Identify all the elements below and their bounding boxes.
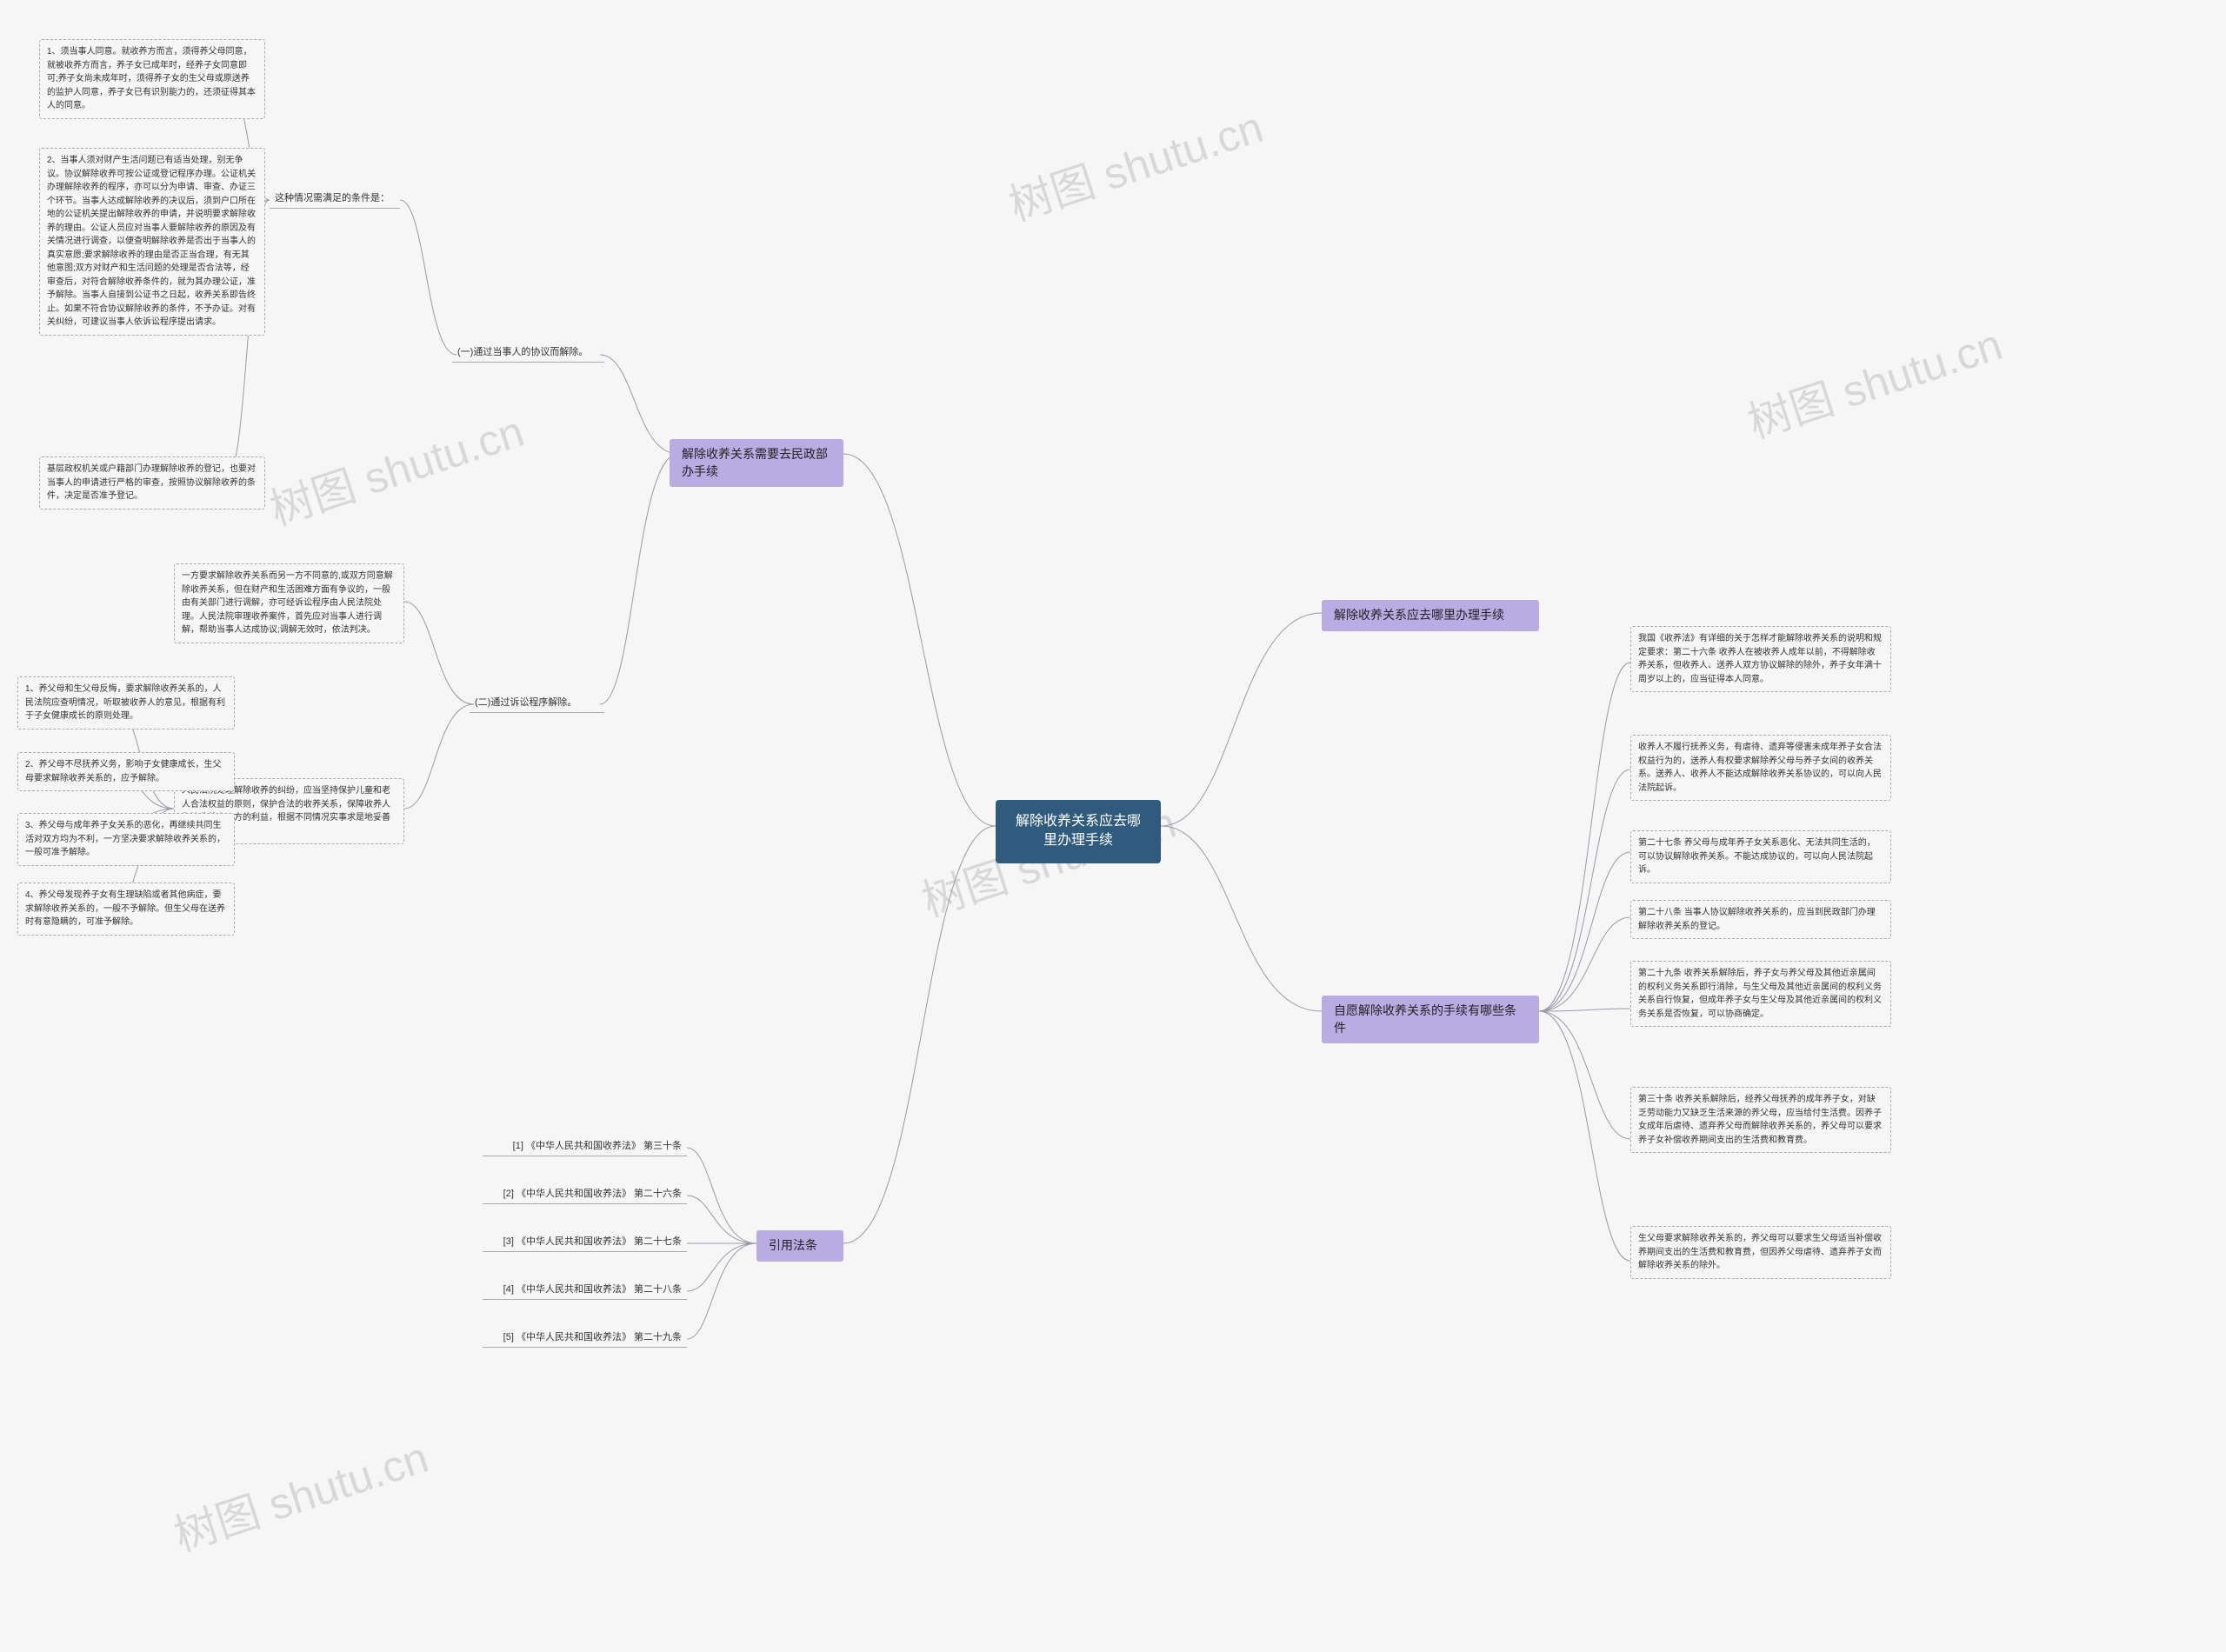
right-detail-1: 我国《收养法》有详细的关于怎样才能解除收养关系的说明和规定要求：第二十六条 收养… bbox=[1630, 626, 1891, 692]
law-ref-3: [3] 《中华人民共和国收养法》 第二十七条 bbox=[483, 1233, 687, 1252]
watermark: 树图 shutu.cn bbox=[1000, 92, 1270, 233]
right-detail-2: 收养人不履行抚养义务，有虐待、遗弃等侵害未成年养子女合法权益行为的，送养人有权要… bbox=[1630, 735, 1891, 801]
law-ref-4: [4] 《中华人民共和国收养法》 第二十八条 bbox=[483, 1281, 687, 1300]
right-detail-7: 生父母要求解除收养关系的，养父母可以要求生父母适当补偿收养期间支出的生活费和教育… bbox=[1630, 1226, 1891, 1279]
condition-3: 基层政权机关或户籍部门办理解除收养的登记，也要对当事人的申请进行严格的审查，按照… bbox=[39, 456, 265, 510]
branch-left-procedures[interactable]: 解除收养关系需要去民政部办手续 bbox=[670, 439, 843, 487]
litigation-1: 一方要求解除收养关系而另一方不同意的,或双方同意解除收养关系，但在财产和生活困难… bbox=[174, 563, 404, 643]
sub-agreement[interactable]: (一)通过当事人的协议而解除。 bbox=[452, 343, 604, 363]
condition-2: 2、当事人须对财产生活问题已有适当处理，别无争议。协议解除收养可按公证或登记程序… bbox=[39, 148, 265, 336]
sub-litigation[interactable]: (二)通过诉讼程序解除。 bbox=[470, 694, 604, 713]
litigation-point-3: 3、养父母与成年养子女关系的恶化，再继续共同生活对双方均为不利，一方坚决要求解除… bbox=[17, 813, 235, 866]
law-ref-5: [5] 《中华人民共和国收养法》 第二十九条 bbox=[483, 1329, 687, 1348]
law-ref-1: [1] 《中华人民共和国收养法》 第三十条 bbox=[483, 1137, 687, 1156]
condition-1: 1、须当事人同意。就收养方而言，须得养父母同意，就被收养方而言，养子女已成年时，… bbox=[39, 39, 265, 119]
branch-left-lawrefs[interactable]: 引用法条 bbox=[756, 1230, 843, 1262]
right-detail-3: 第二十七条 养父母与成年养子女关系恶化、无法共同生活的，可以协议解除收养关系。不… bbox=[1630, 830, 1891, 883]
litigation-point-2: 2、养父母不尽抚养义务，影响子女健康成长，生父母要求解除收养关系的，应予解除。 bbox=[17, 752, 235, 791]
litigation-point-1: 1、养父母和生父母反悔，要求解除收养关系的，人民法院应查明情况，听取被收养人的意… bbox=[17, 676, 235, 729]
conditions-header: 这种情况需满足的条件是： bbox=[270, 190, 400, 209]
right-detail-6: 第三十条 收养关系解除后，经养父母抚养的成年养子女，对缺乏劳动能力又缺乏生活来源… bbox=[1630, 1087, 1891, 1153]
branch-right-2[interactable]: 自愿解除收养关系的手续有哪些条件 bbox=[1322, 996, 1539, 1043]
watermark: 树图 shutu.cn bbox=[1739, 310, 2009, 450]
root-node[interactable]: 解除收养关系应去哪里办理手续 bbox=[996, 800, 1161, 863]
litigation-point-4: 4、养父母发现养子女有生理缺陷或者其他病症，要求解除收养关系的，一般不予解除。但… bbox=[17, 883, 235, 936]
watermark: 树图 shutu.cn bbox=[261, 396, 530, 537]
law-ref-2: [2] 《中华人民共和国收养法》 第二十六条 bbox=[483, 1185, 687, 1204]
watermark: 树图 shutu.cn bbox=[165, 1422, 435, 1563]
branch-right-1[interactable]: 解除收养关系应去哪里办理手续 bbox=[1322, 600, 1539, 631]
right-detail-5: 第二十九条 收养关系解除后，养子女与养父母及其他近亲属间的权利义务关系即行消除，… bbox=[1630, 961, 1891, 1027]
mindmap-canvas: 树图 shutu.cn 树图 shutu.cn 树图 shutu.cn 树图 s… bbox=[0, 0, 2226, 1652]
right-detail-4: 第二十八条 当事人协议解除收养关系的，应当到民政部门办理解除收养关系的登记。 bbox=[1630, 900, 1891, 939]
